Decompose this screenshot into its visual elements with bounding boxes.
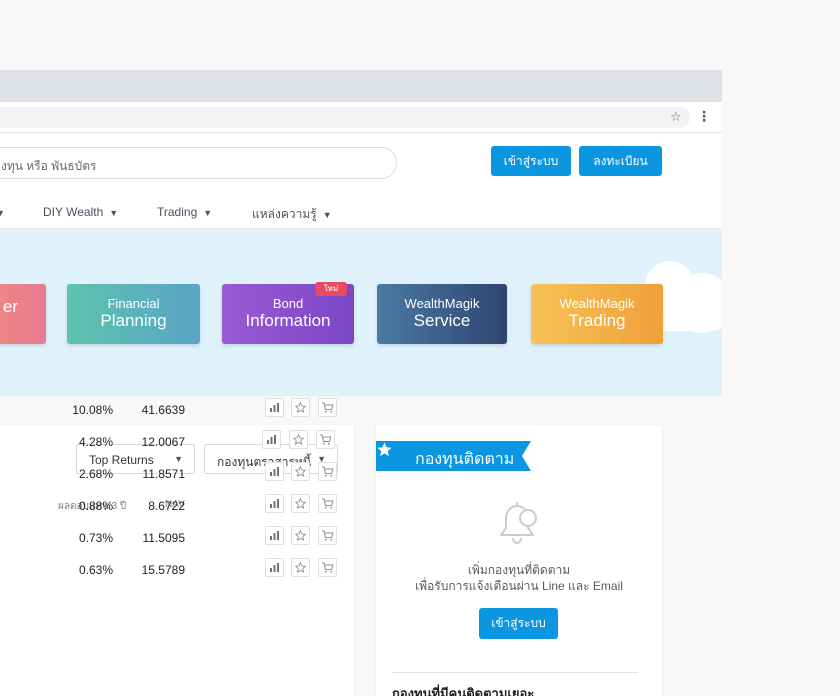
table-row[interactable]: 0.63% 15.5789: [0, 558, 354, 595]
popular-funds-title: กองทุนที่มีคนติดตามเยอะ: [392, 686, 535, 696]
return-cell: 10.08%: [72, 403, 113, 417]
register-button[interactable]: ลงทะเบียน: [579, 146, 662, 176]
return-cell: 0.88%: [78, 499, 113, 513]
bell-icon: [500, 502, 537, 545]
fund-ranking-card: Top Returns ▼ กองทุนตราสารหนี้ ▼ ผลตอบแท…: [0, 398, 354, 696]
return-cell: 4.28%: [78, 435, 113, 449]
tile-financial-planning[interactable]: Financial Planning: [67, 284, 200, 344]
login-button[interactable]: เข้าสู่ระบบ: [491, 146, 571, 176]
cart-icon[interactable]: [318, 398, 337, 417]
nav-label: DIY Wealth: [43, 205, 104, 219]
nav-label: Trading: [157, 205, 198, 219]
search-input[interactable]: งทุน หรือ พันธบัตร: [0, 147, 397, 179]
nav-cell: 12.0067: [141, 435, 185, 449]
tile-partial[interactable]: er: [0, 284, 46, 344]
chart-icon[interactable]: [265, 398, 284, 417]
star-icon[interactable]: [291, 398, 310, 417]
search-placeholder: งทุน หรือ พันธบัตร: [1, 159, 97, 173]
tile-line1: WealthMagik: [404, 296, 480, 311]
cart-icon[interactable]: [318, 558, 337, 577]
chart-icon[interactable]: [265, 526, 284, 545]
tile-wealthmagik-service[interactable]: WealthMagik Service: [377, 284, 507, 344]
nav-cell: 41.6639: [141, 403, 185, 417]
nav-item-trading[interactable]: Trading ▼: [157, 205, 212, 219]
tile-line1: Financial: [107, 296, 160, 311]
caret-down-icon: ▼: [322, 210, 332, 220]
tile-line2: Information: [245, 311, 331, 330]
tile-line2: Service: [413, 311, 471, 330]
star-icon[interactable]: [291, 558, 310, 577]
cart-icon[interactable]: [316, 430, 335, 449]
site-header: งทุน หรือ พันธบัตร เข้าสู่ระบบ ลงทะเบียน…: [0, 134, 722, 229]
star-icon: [377, 442, 392, 457]
star-icon[interactable]: [291, 526, 310, 545]
cart-icon[interactable]: [318, 494, 337, 513]
new-badge: ใหม่: [315, 282, 347, 296]
nav-cell: 8.6722: [148, 499, 185, 513]
service-banner: er Financial Planning ใหม่ Bond Informat…: [0, 229, 722, 396]
watchlist-login-button[interactable]: เข้าสู่ระบบ: [479, 608, 558, 639]
chart-icon[interactable]: [265, 462, 284, 481]
browser-window: ☆ ⋮ งทุน หรือ พันธบัตร เข้าสู่ระบบ ลงทะเ…: [0, 70, 722, 696]
nav-cell: 15.5789: [141, 563, 185, 577]
browser-toolbar: ☆ ⋮: [0, 102, 722, 133]
tile-line1: Bond: [272, 296, 304, 311]
tile-line2: er: [2, 297, 18, 316]
chart-icon[interactable]: [265, 558, 284, 577]
nav-item-diy-wealth[interactable]: DIY Wealth ▼: [43, 205, 118, 219]
tile-line2: Trading: [568, 311, 626, 330]
nav-label: แหล่งความรู้: [252, 207, 317, 221]
caret-down-icon: ▼: [203, 208, 213, 218]
return-cell: 0.63%: [78, 563, 113, 577]
tile-bond-information[interactable]: ใหม่ Bond Information: [222, 282, 354, 344]
watchlist-card: กองทุนติดตาม เพิ่มกองทุนที่ติดตาม เพื่อร…: [376, 425, 662, 696]
divider: [392, 672, 638, 673]
browser-tab-strip: [0, 70, 722, 102]
caret-down-icon: ▼: [109, 208, 119, 218]
bookmark-star-icon[interactable]: ☆: [670, 109, 682, 125]
chart-icon[interactable]: [265, 494, 284, 513]
watchlist-message-line2: เพื่อรับการแจ้งเตือนผ่าน Line และ Email: [415, 579, 623, 593]
star-icon[interactable]: [291, 462, 310, 481]
nav-cell: 11.5095: [142, 531, 186, 545]
return-cell: 2.68%: [78, 467, 113, 481]
nav-dropdown-caret[interactable]: ▼: [0, 205, 5, 219]
return-cell: 0.73%: [78, 531, 113, 545]
tile-line2: Planning: [100, 311, 167, 330]
watchlist-ribbon: กองทุนติดตาม: [376, 441, 531, 471]
kebab-menu-icon[interactable]: ⋮: [697, 108, 711, 124]
address-bar[interactable]: [0, 107, 690, 128]
watchlist-title: กองทุนติดตาม: [415, 451, 515, 468]
star-icon[interactable]: [291, 494, 310, 513]
tile-line1: WealthMagik: [559, 296, 635, 311]
cart-icon[interactable]: [318, 526, 337, 545]
star-icon[interactable]: [289, 430, 308, 449]
nav-cell: 11.8571: [142, 467, 186, 481]
cart-icon[interactable]: [318, 462, 337, 481]
main-nav: ▼ DIY Wealth ▼ Trading ▼ แหล่งความรู้ ▼: [0, 203, 722, 225]
nav-item-knowledge[interactable]: แหล่งความรู้ ▼: [252, 205, 332, 224]
tile-wealthmagik-trading[interactable]: WealthMagik Trading: [531, 284, 663, 344]
chart-icon[interactable]: [262, 430, 281, 449]
